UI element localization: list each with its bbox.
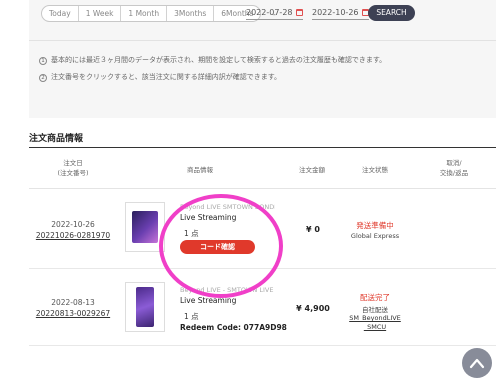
scroll-top-button[interactable] (462, 348, 492, 378)
product-quantity: 1 点 (184, 312, 199, 321)
product-thumbnail[interactable] (125, 202, 165, 252)
header-divider (29, 188, 496, 189)
note-2: 2 注文番号をクリックすると、該当注文に関する詳細内訳が確認できます。 (39, 72, 281, 82)
note-text: 基本的には最近３ヶ月間のデータが表示され、期間を設定して検索すると過去の注文履歴… (51, 56, 387, 64)
filter-panel: Today 1 Week 1 Month 3Months 6Months 202… (29, 0, 496, 118)
panel-divider (29, 40, 496, 41)
redeem-code: Redeem Code: 077A9D98 (180, 323, 287, 332)
calendar-icon[interactable] (295, 9, 303, 16)
column-header-date: 注文日 (注文番号) (38, 158, 108, 178)
period-1week-button[interactable]: 1 Week (79, 6, 122, 21)
order-number-link[interactable]: 20220813-0029267 (28, 309, 118, 318)
product-quantity: 1 点 (184, 229, 199, 238)
date-separator: - (273, 10, 276, 19)
period-3months-button[interactable]: 3Months (167, 6, 215, 21)
order-status: 配送完了 (360, 293, 390, 302)
column-header-amount: 注文金額 (299, 166, 325, 174)
note-number: 1 (39, 57, 47, 65)
order-date: 2022-08-13 (51, 298, 95, 307)
order-status: 発送準備中 (356, 221, 394, 230)
column-header-cancel: 取消/ 交換/返品 (432, 158, 476, 178)
date-to-value: 2022-10-26 (312, 8, 359, 17)
note-1: 1 基本的には最近３ヶ月間のデータが表示され、期間を設定して検索すると過去の注文履… (39, 55, 386, 65)
chevron-up-icon (469, 358, 485, 369)
date-to-field[interactable]: 2022-10-26 (312, 6, 369, 20)
product-name: Live Streaming (180, 213, 237, 222)
row-divider (29, 268, 496, 269)
shipping-method: 自社配送 (362, 306, 388, 314)
column-header-date-line2: (注文番号) (57, 169, 89, 177)
shipping-method: Global Express (350, 232, 400, 240)
product-image (132, 211, 158, 243)
note-text: 注文番号をクリックすると、該当注文に関する詳細内訳が確認できます。 (51, 73, 282, 81)
period-today-button[interactable]: Today (42, 6, 79, 21)
order-date: 2022-10-26 (51, 220, 95, 229)
product-title-faded: Beyond LIVE - SMTOWN LIVE 20 (180, 286, 275, 294)
column-header-date-line1: 注文日 (63, 159, 83, 167)
tracking-link[interactable]: SM_BeyondLIVE (335, 314, 415, 322)
column-header-product: 商品情報 (187, 166, 213, 174)
product-thumbnail[interactable] (125, 282, 165, 332)
period-selector: Today 1 Week 1 Month 3Months 6Months (41, 5, 262, 22)
check-code-button[interactable]: コード確認 (180, 240, 255, 254)
date-from-value: 2022-07-28 (246, 8, 293, 17)
note-number: 2 (39, 74, 47, 82)
search-button[interactable]: SEARCH (368, 5, 415, 21)
order-amount: ¥ 0 (306, 225, 320, 234)
product-name: Live Streaming (180, 296, 237, 305)
order-number-link[interactable]: 20221026-0281970 (28, 231, 118, 240)
column-header-cancel-line1: 取消/ (446, 159, 462, 167)
row-divider (29, 345, 496, 346)
section-title: 注文商品情報 (29, 134, 84, 144)
column-header-status: 注文状態 (362, 166, 388, 174)
tracking-link-line2[interactable]: _SMCU (335, 323, 415, 331)
product-image (136, 287, 154, 327)
product-title-faded: Beyond LIVE SMTOWN BONDE (180, 203, 275, 211)
table-top-border (29, 147, 496, 148)
order-amount: ¥ 4,900 (296, 304, 330, 313)
column-header-cancel-line2: 交換/返品 (439, 169, 469, 177)
period-1month-button[interactable]: 1 Month (121, 6, 168, 21)
